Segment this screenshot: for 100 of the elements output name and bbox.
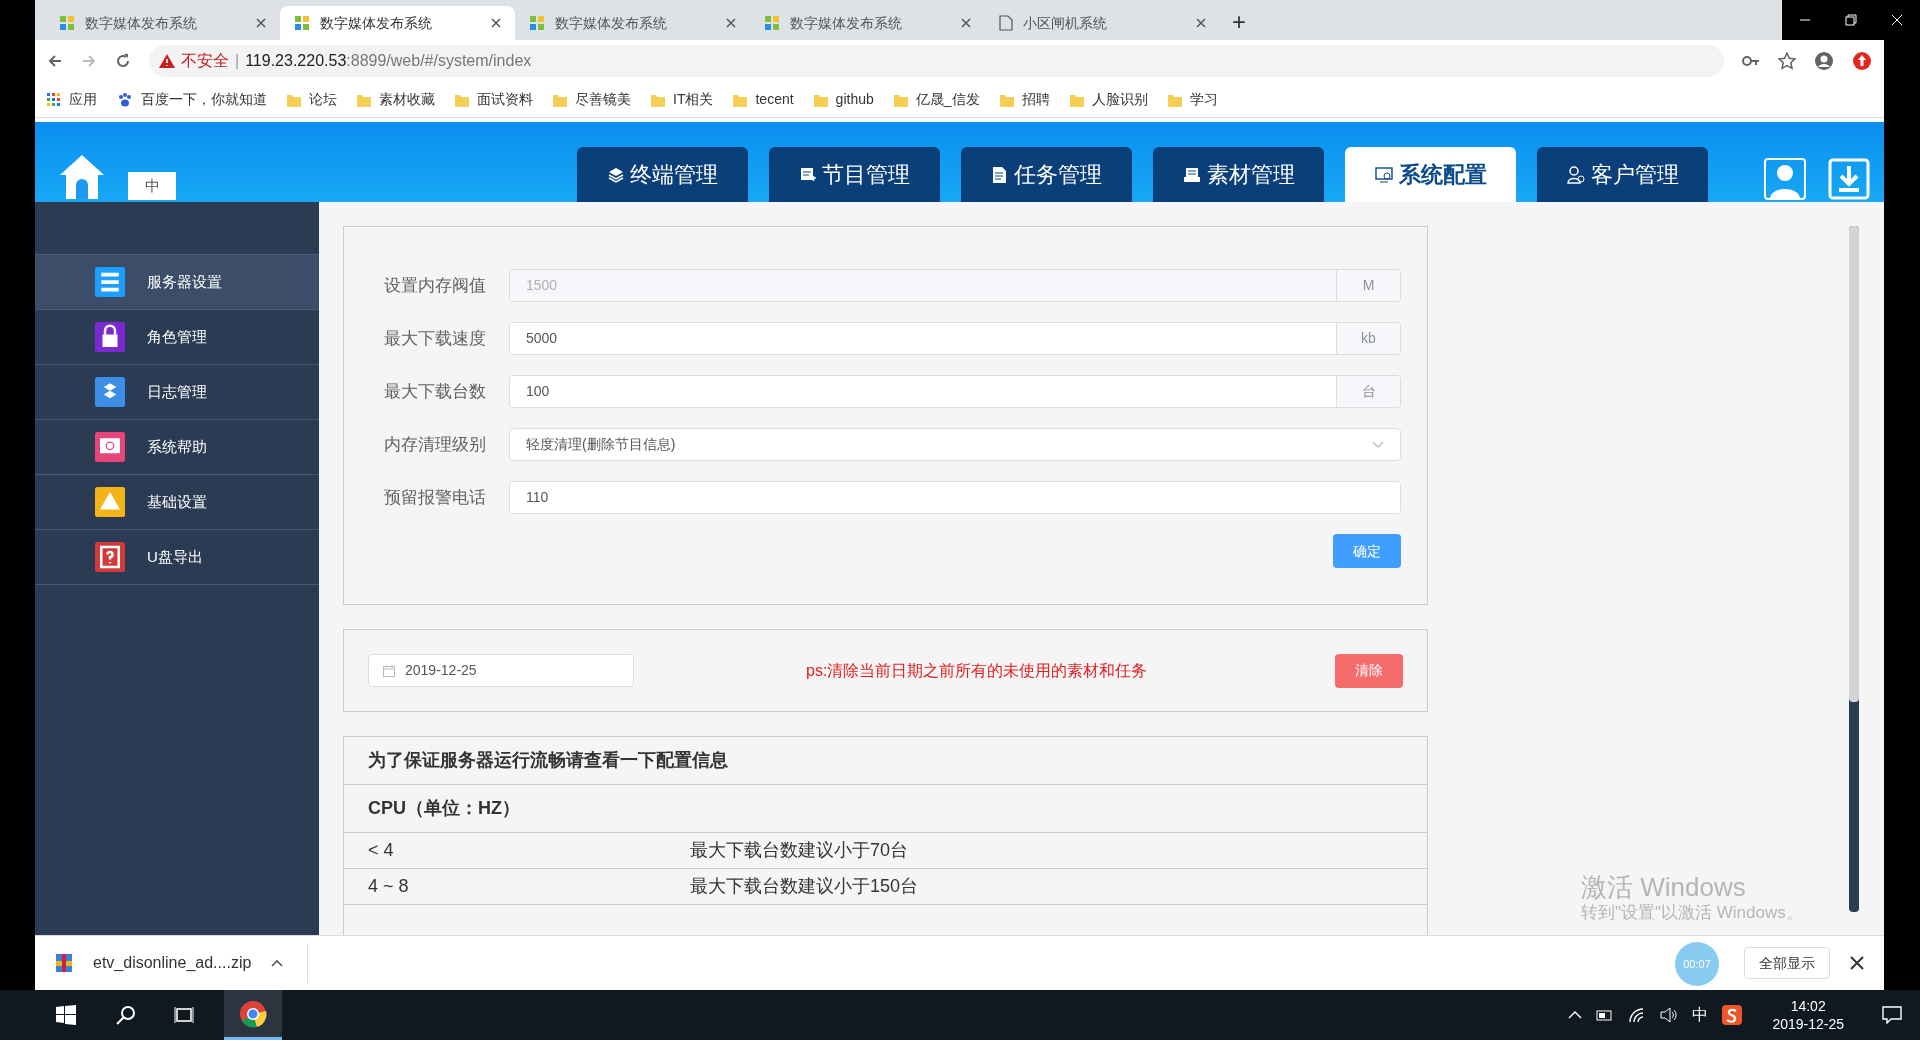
close-icon [961,18,971,28]
folder-icon [287,92,301,107]
select-field[interactable]: 轻度清理(删除节目信息) [509,428,1401,461]
nav-tab[interactable]: 系统配置 [1345,147,1516,202]
zip-file-icon [55,953,73,973]
close-icon [1196,18,1206,28]
layers-icon [607,166,624,183]
language-switch[interactable]: 中 [128,172,176,200]
input-field[interactable]: 110 [509,481,1401,514]
bookmark[interactable]: 面试资料 [455,89,533,110]
bookmark[interactable]: 学习 [1167,89,1218,110]
bookmark[interactable]: tecent [733,89,794,110]
new-tab-button[interactable]: + [1232,10,1246,34]
folder-icon [733,92,748,107]
bookmark[interactable]: 素材收藏 [357,89,435,110]
search-icon[interactable] [116,1005,136,1025]
bookmark[interactable]: 论坛 [287,89,337,110]
sidebar-item[interactable]: 基础设置 [35,475,319,530]
sogou-icon[interactable] [1722,1005,1743,1025]
chrome-icon [239,999,267,1028]
input-field[interactable]: 100 台 [509,375,1401,408]
home-icon[interactable] [58,153,106,199]
bookmark[interactable]: IT相关 [651,89,714,110]
table-cell-text: < 4 [367,839,395,862]
document-icon [991,165,1008,184]
field-label: 内存清理级别 [384,433,487,456]
browser-tab[interactable]: 小区闸机系统 [985,6,1220,40]
field-label: 设置内存阀值 [384,274,487,297]
field-label: 预留报警电话 [384,486,487,509]
url-text: 119.23.220.53:8899/web/#/system/index [245,51,532,71]
nav-tab[interactable]: 节目管理 [769,147,940,202]
folder-icon [1069,92,1084,107]
sidebar-item[interactable]: 角色管理 [35,310,319,365]
activation-hint: 转到"设置"以激活 Windows。 [1581,902,1803,924]
close-icon [256,18,266,28]
bookmark[interactable]: 亿晟_信发 [893,89,980,110]
notification-icon[interactable] [1882,1006,1902,1024]
folder-icon [553,92,567,107]
recorder-timer: 00:07 [1675,942,1719,986]
browser-tab[interactable]: 数字媒体发布系统 [280,6,515,40]
paw-icon [117,91,133,108]
show-all-button[interactable]: 全部显示 [1744,947,1830,979]
close-icon[interactable] [1850,956,1864,970]
chrome-taskbar-button[interactable] [224,990,282,1040]
restore-icon[interactable] [1845,14,1857,26]
scrollbar[interactable] [1849,226,1859,912]
back-icon[interactable] [47,53,63,69]
sidebar-item[interactable]: 服务器设置 [35,255,319,310]
key-icon[interactable] [1742,55,1760,67]
app-icon [764,15,780,31]
nav-tab[interactable]: 终端管理 [577,147,748,202]
chevron-down-icon [1372,440,1384,449]
sidebar-item[interactable]: 系统帮助 [35,420,319,475]
battery-icon[interactable] [1596,1009,1615,1021]
bookmark[interactable]: 人脸识别 [1069,89,1148,110]
sidebar-item[interactable]: U盘导出 [35,530,319,585]
browser-tab[interactable]: 数字媒体发布系统 [45,6,280,40]
date-field[interactable]: 2019-12-25 [368,654,634,687]
speaker-icon[interactable] [1660,1007,1679,1023]
bookmark[interactable]: github [813,89,874,110]
nav-tab[interactable]: 素材管理 [1153,147,1324,202]
table-cell-text: 最大下载台数建议小于70台 [690,839,909,862]
bookmark[interactable]: 尽善镜美 [553,89,631,110]
star-icon[interactable] [1778,52,1796,70]
note-icon [799,166,816,183]
folder-icon [357,92,371,107]
browser-tab[interactable]: 数字媒体发布系统 [750,6,985,40]
user-icon[interactable] [1764,158,1806,200]
input-field[interactable]: 5000 kb [509,322,1401,355]
extension-icon[interactable] [1852,51,1872,71]
info-title: 为了保证服务器运行流畅请查看一下配置信息 [344,737,1427,785]
bookmark[interactable]: 百度一下，你就知道 [117,89,267,110]
chevron-up-icon[interactable] [271,959,284,967]
task-view-icon[interactable] [174,1005,194,1025]
app-icon [59,15,75,31]
browser-tab[interactable]: 数字媒体发布系统 [515,6,750,40]
warning-icon [159,54,175,68]
calendar-icon [383,664,395,677]
bookmark[interactable]: 招聘 [999,89,1050,110]
sidebar-item[interactable]: 日志管理 [35,365,319,420]
download-icon[interactable] [1828,158,1870,200]
nav-tab[interactable]: 客户管理 [1537,147,1708,202]
reload-icon[interactable] [115,53,131,69]
clock-time[interactable]: 14:02 [1790,997,1826,1015]
folder-icon [651,92,665,107]
input-method-indicator[interactable]: 中 [1692,1003,1709,1027]
windows-start-icon[interactable] [56,1005,76,1025]
page-icon [999,15,1013,31]
clock-date[interactable]: 2019-12-25 [1772,1015,1844,1033]
monitor-icon [1374,166,1393,183]
address-bar[interactable]: 不安全 | 119.23.220.53:8899/web/#/system/index [149,45,1724,77]
profile-icon[interactable] [1814,51,1834,71]
bookmark[interactable]: 应用 [47,89,97,110]
user-gear-icon [1566,165,1585,184]
nav-tab[interactable]: 任务管理 [961,147,1132,202]
security-warning: 不安全 [181,51,229,71]
table-cell-text: 4 ~ 8 [367,875,410,898]
separator-text: | [235,51,240,71]
download-file-name[interactable]: etv_disonline_ad....zip [93,951,252,975]
close-icon [491,18,501,28]
